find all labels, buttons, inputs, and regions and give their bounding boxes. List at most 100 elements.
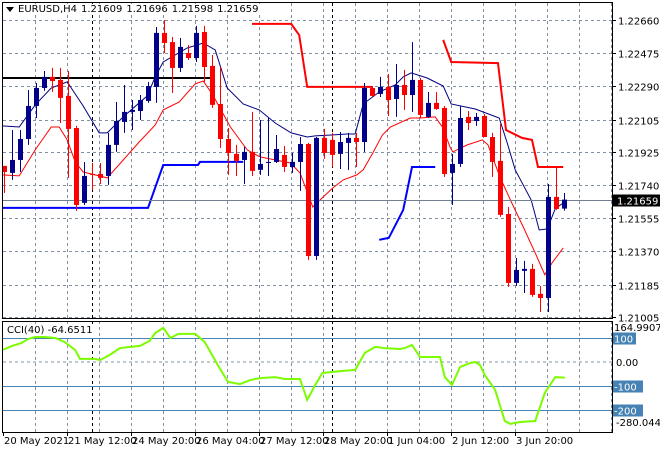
bull-candle: [34, 88, 39, 106]
bear-candle: [66, 95, 71, 129]
bear-candle: [538, 293, 543, 298]
bear-candle: [210, 65, 215, 105]
price-label: 1.21555: [618, 215, 659, 226]
triangle-down-icon[interactable]: [6, 7, 14, 12]
bull-candle: [458, 117, 463, 164]
high-value: 1.21696: [126, 4, 168, 15]
bull-candle: [178, 46, 183, 68]
time-label: 26 May 04:00: [196, 436, 265, 447]
bear-candle: [282, 154, 287, 167]
bear-candle: [386, 86, 391, 101]
bull-candle: [266, 161, 271, 164]
bear-candle: [58, 79, 63, 98]
bull-candle: [274, 149, 279, 162]
bear-candle: [554, 196, 559, 209]
bull-candle: [122, 111, 127, 122]
bull-candle: [258, 163, 263, 170]
time-label: 20 May 2021: [4, 436, 69, 447]
cci-line: [2, 326, 565, 425]
bear-candle: [354, 137, 359, 143]
bull-candle: [546, 196, 551, 298]
price-label: 1.21370: [618, 248, 659, 259]
close-value: 1.21659: [217, 4, 259, 15]
price-label: 1.22105: [618, 117, 659, 128]
bull-candle: [26, 105, 31, 139]
bull-candle: [114, 121, 119, 145]
bull-candle: [242, 151, 247, 160]
bear-candle: [506, 213, 511, 283]
time-axis: 20 May 202121 May 12:0024 May 20:0026 Ma…: [3, 432, 573, 447]
price-label: 1.22660: [618, 17, 659, 28]
price-chart[interactable]: 1.22660 1.22475 1.22290 1.22105 1.21925 1.217…: [0, 0, 660, 450]
bear-candle: [186, 53, 191, 59]
bull-candle: [146, 86, 151, 101]
candles: [2, 20, 567, 312]
bull-candle: [18, 138, 23, 160]
bull-candle: [298, 143, 303, 162]
bull-candle: [138, 100, 143, 111]
cci-level-label: -100: [614, 383, 637, 394]
bear-candle: [162, 32, 167, 43]
bear-candle: [234, 153, 239, 161]
bear-candle: [442, 107, 447, 174]
bull-candle: [394, 84, 399, 99]
cci-window: [2, 326, 612, 425]
bull-candle: [362, 88, 367, 143]
bear-candle: [322, 137, 327, 153]
current-price-label: 1.21659: [617, 197, 658, 208]
bull-candle: [562, 199, 567, 209]
bear-candle: [402, 84, 407, 96]
bull-candle: [426, 102, 431, 117]
bull-candle: [154, 32, 159, 87]
cci-zero-label: 0.00: [616, 358, 638, 369]
open-value: 1.21609: [81, 4, 123, 15]
cci-level-label: 100: [614, 335, 633, 346]
time-label: 24 May 20:00: [132, 436, 201, 447]
bull-candle: [522, 268, 527, 271]
upper-stop-line: [252, 22, 372, 88]
bull-candle: [10, 159, 15, 173]
bear-candle: [50, 76, 55, 82]
bear-candle: [90, 173, 95, 175]
price-label: 1.21185: [618, 282, 659, 293]
bear-candle: [202, 32, 207, 68]
bear-candle: [74, 128, 79, 206]
price-label: 1.22290: [618, 83, 659, 94]
bull-candle: [338, 142, 343, 154]
time-label: 28 May 20:00: [324, 436, 393, 447]
chart-header: EURUSD,H4 1.21609 1.21696 1.21598 1.2165…: [4, 4, 261, 15]
bear-candle: [498, 160, 503, 215]
time-label: 1 Jun 04:00: [388, 436, 445, 447]
bull-candle: [194, 32, 199, 59]
bear-candle: [530, 268, 535, 295]
cci-level-label: -200: [614, 407, 637, 418]
price-label: 1.21925: [618, 149, 659, 160]
bull-candle: [450, 163, 455, 173]
price-label: 1.22475: [618, 50, 659, 61]
bear-candle: [482, 116, 487, 138]
cci-title: CCI(40) -64.6511: [6, 325, 94, 336]
bull-candle: [82, 175, 87, 203]
bear-candle: [418, 79, 423, 115]
bull-candle: [314, 137, 319, 256]
bear-candle: [218, 103, 223, 139]
bull-candle: [130, 109, 135, 112]
bear-candle: [170, 42, 175, 68]
time-label: 3 Jun 20:00: [516, 436, 573, 447]
time-label: 21 May 12:00: [68, 436, 137, 447]
bull-candle: [42, 76, 47, 89]
bull-candle: [410, 79, 415, 96]
symbol-label: EURUSD,H4: [18, 4, 78, 15]
cci-max-label: 164.9907: [614, 323, 660, 334]
price-axis: 1.22660 1.22475 1.22290 1.22105 1.21925 1.217…: [612, 17, 660, 429]
cci-min-label: -280.0447: [616, 418, 660, 429]
price-label: 1.21740: [618, 182, 659, 193]
bull-candle: [106, 144, 111, 176]
bear-candle: [306, 143, 311, 256]
bull-candle: [290, 161, 295, 167]
bear-candle: [226, 138, 231, 153]
bear-candle: [330, 139, 335, 155]
bull-candle: [474, 116, 479, 122]
low-value: 1.21598: [171, 4, 214, 15]
bull-candle: [346, 137, 351, 143]
